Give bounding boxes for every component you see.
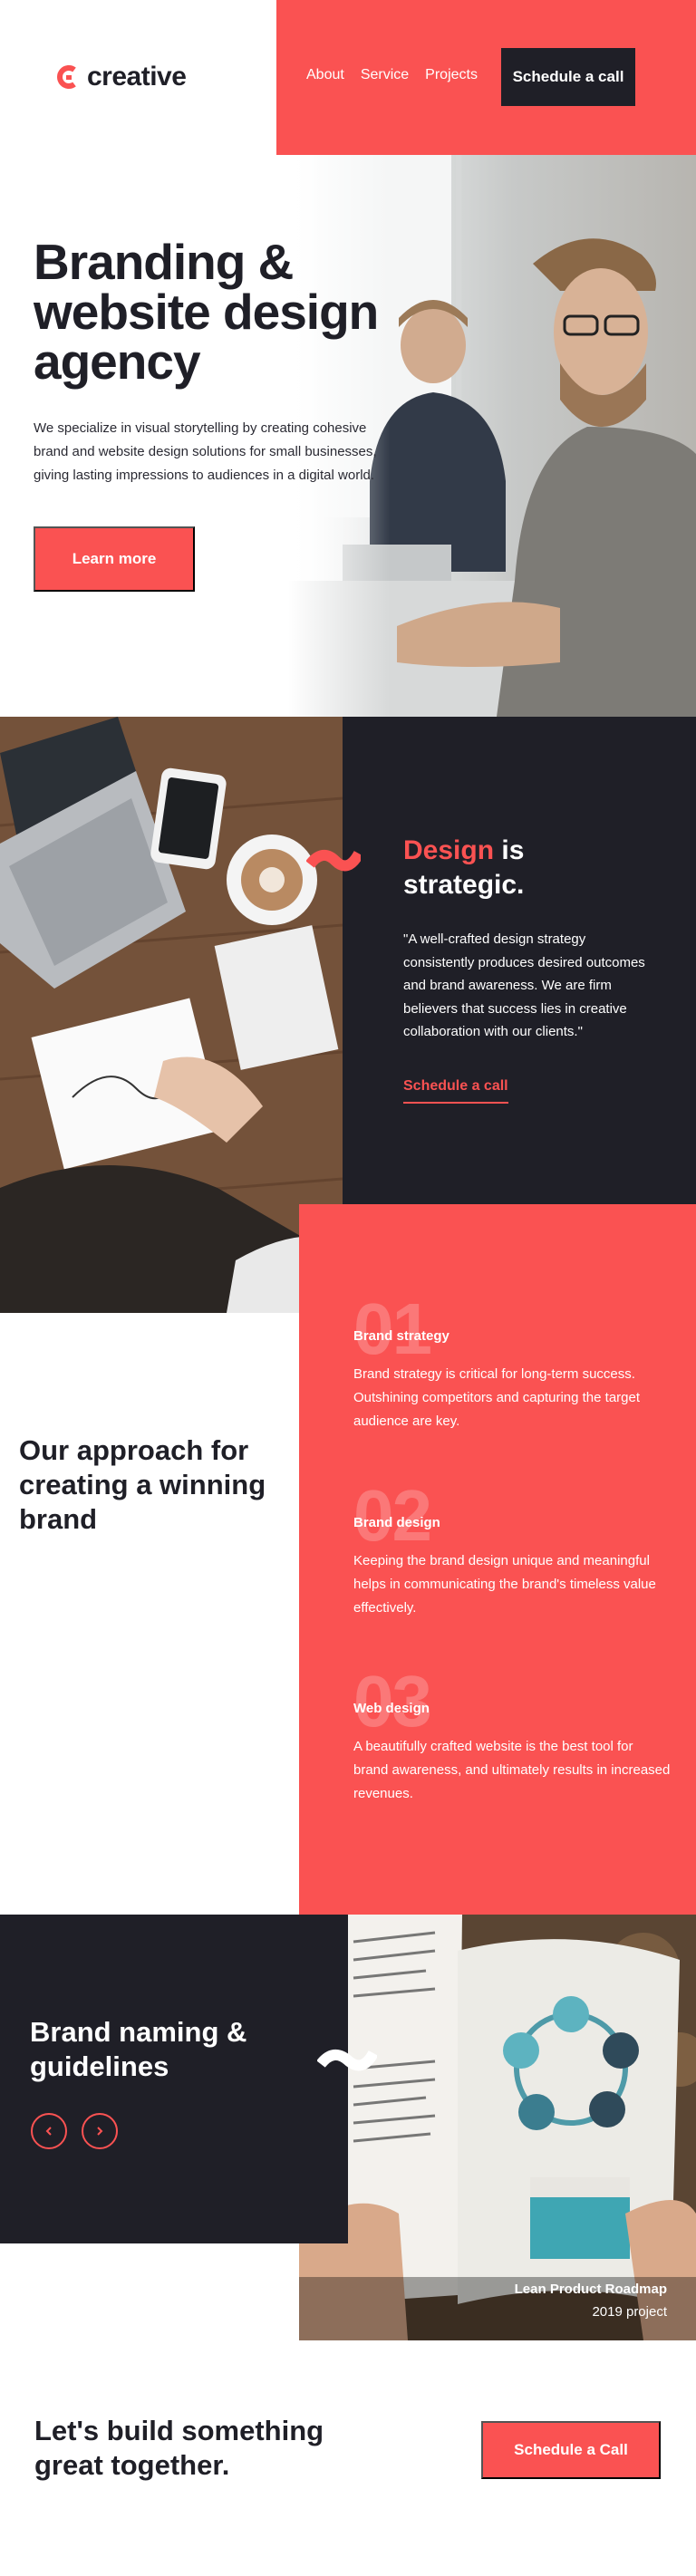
next-slide-button[interactable] [82,2113,118,2149]
schedule-call-footer-button[interactable]: Schedule a Call [481,2421,661,2479]
step-title: Brand strategy [353,1328,450,1344]
nav-link-about[interactable]: About [306,67,344,83]
squiggle-decoration-icon [306,850,361,872]
main-nav: About Service Projects [306,67,478,83]
chevron-left-icon [45,2127,52,2136]
chevron-right-icon [97,2127,103,2136]
book-photo-illustration [299,1915,696,2340]
project-year: 2019 project [592,2304,667,2320]
step-title: Web design [353,1701,430,1716]
project-image [299,1915,696,2340]
hero-title: Branding & website design agency [34,234,379,390]
strategy-title: Design is strategic. [403,834,603,902]
step-text: Brand strategy is critical for long-term… [353,1366,641,1429]
approach-title: Our approach for creating a winning bran… [19,1434,266,1535]
prev-slide-button[interactable] [31,2113,67,2149]
learn-more-button[interactable]: Learn more [34,526,195,592]
step-title: Brand design [353,1515,440,1530]
logo-text: creative [87,62,187,92]
nav-link-projects[interactable]: Projects [425,67,478,83]
slider-title: Brand naming & guidelines [30,2016,247,2082]
schedule-call-link[interactable]: Schedule a call [403,1078,508,1104]
logo-icon [57,65,76,89]
step-text: A beautifully crafted website is the bes… [353,1739,671,1801]
strategy-quote: "A well-crafted design strategy consiste… [403,931,645,1039]
logo[interactable]: creative [56,62,187,92]
schedule-call-button[interactable]: Schedule a call [501,48,635,106]
footer-title: Let's build something great together. [34,2415,324,2481]
desk-photo-illustration [0,717,343,1313]
hero-description: We specialize in visual storytelling by … [34,420,377,483]
step-text: Keeping the brand design unique and mean… [353,1553,656,1616]
strategy-title-accent: Design [403,835,495,865]
desk-workspace-image [0,717,343,1313]
project-title: Lean Product Roadmap [514,2282,667,2297]
squiggle-decoration-icon [317,2050,377,2071]
nav-link-service[interactable]: Service [361,67,409,83]
